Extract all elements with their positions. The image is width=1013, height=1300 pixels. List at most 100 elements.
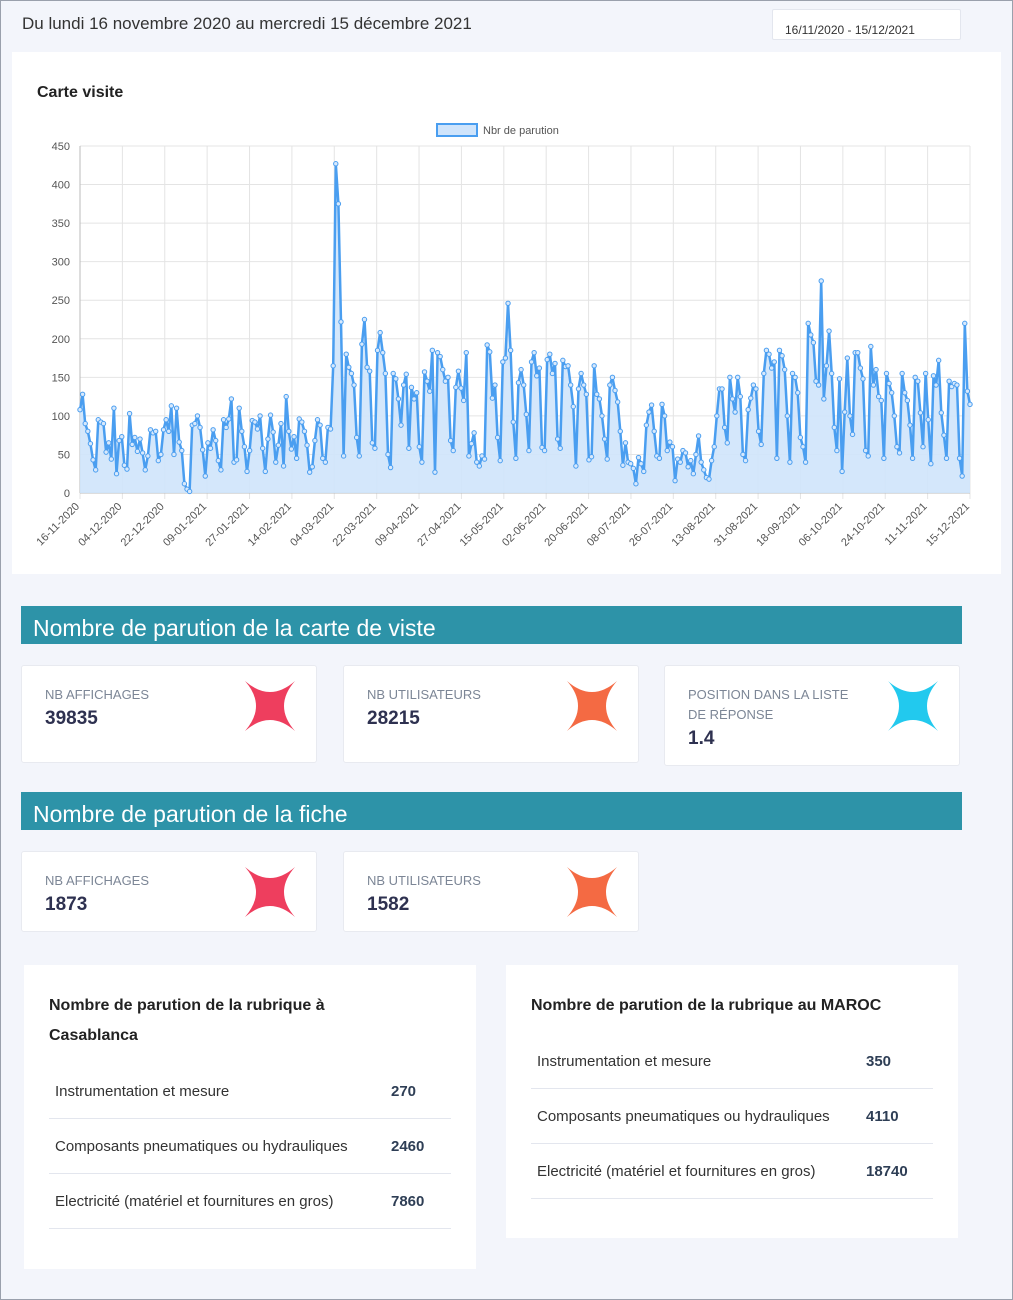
data-point (356, 453, 362, 459)
data-point (299, 419, 305, 425)
data-point (685, 464, 691, 470)
y-tick-label: 250 (52, 295, 70, 307)
rubrique-name: Instrumentation et mesure (55, 1083, 230, 1100)
x-tick-label: 15-05-2021 (458, 501, 506, 549)
data-point (935, 357, 942, 364)
data-point (77, 407, 83, 413)
data-point (831, 424, 837, 431)
x-tick-label: 13-08-2021 (670, 501, 718, 549)
data-point (416, 444, 422, 450)
data-point (142, 467, 148, 473)
data-point (291, 434, 297, 440)
y-tick-label: 100 (52, 411, 70, 423)
data-point (406, 445, 412, 451)
data-point (152, 428, 159, 435)
stat-card-fiche-affichages: NB AFFICHAGES 1873 (21, 851, 317, 932)
data-point (802, 459, 809, 465)
data-point (278, 420, 284, 427)
data-point (719, 386, 725, 392)
data-point (353, 434, 360, 441)
data-point (724, 440, 730, 446)
data-point (129, 441, 135, 448)
data-point (348, 370, 355, 377)
data-point (223, 424, 229, 431)
rubrique-name: Instrumentation et mesure (537, 1053, 712, 1070)
data-point (481, 456, 488, 462)
data-point (902, 390, 908, 396)
data-point (262, 468, 269, 475)
rubrique-name: Composants pneumatiques ou hydrauliques (537, 1108, 830, 1125)
data-point (252, 419, 258, 425)
data-point (664, 447, 670, 454)
diamond-icon (245, 867, 295, 917)
x-tick-label: 20-06-2021 (542, 501, 590, 549)
data-point (682, 450, 689, 456)
data-point (108, 456, 115, 462)
data-point (374, 347, 381, 354)
data-point (672, 477, 678, 484)
data-point (333, 161, 339, 167)
data-point (82, 420, 88, 427)
data-point (596, 396, 603, 402)
data-point (748, 395, 754, 401)
table-row: Electricité (matériel et fournitures en … (531, 1144, 933, 1199)
stat-label: POSITION DANS LA LISTE DE RÉPONSE (688, 687, 849, 722)
data-point (646, 409, 652, 415)
data-point (810, 339, 817, 346)
y-tick-label: 450 (52, 141, 70, 153)
data-point (171, 451, 177, 458)
section-banner-carte: Nombre de parution de la carte de viste (21, 606, 962, 644)
data-point (111, 405, 117, 411)
data-point (338, 319, 344, 325)
data-point (599, 413, 605, 419)
data-point (737, 393, 744, 400)
data-point (137, 436, 143, 442)
x-tick-label: 04-03-2021 (288, 501, 336, 549)
diamond-icon (245, 681, 295, 731)
data-point (369, 440, 376, 446)
data-point (915, 378, 921, 384)
x-tick-label: 09-04-2021 (373, 501, 421, 549)
date-range-picker[interactable]: 16/11/2020 - 15/12/2021 (772, 9, 961, 40)
data-point (677, 459, 683, 465)
data-point (382, 370, 389, 377)
data-point (424, 378, 430, 384)
data-point (842, 409, 848, 415)
stat-card-utilisateurs: NB UTILISATEURS 28215 (343, 665, 639, 763)
diamond-icon (567, 867, 617, 917)
data-point (359, 341, 365, 347)
data-point (453, 384, 459, 391)
data-point (335, 201, 342, 207)
data-point (194, 413, 201, 419)
data-point (787, 459, 793, 465)
data-point (714, 413, 720, 419)
data-point (776, 347, 783, 354)
data-point (758, 441, 764, 448)
y-tick-label: 0 (64, 488, 70, 500)
data-point (886, 380, 892, 387)
data-point (458, 385, 464, 391)
data-point (340, 453, 347, 459)
data-point (740, 451, 746, 458)
data-point (168, 403, 175, 409)
data-point (870, 382, 877, 388)
data-point (400, 382, 407, 388)
data-point (826, 328, 832, 334)
x-tick-label: 31-08-2021 (712, 501, 760, 549)
data-point (202, 473, 208, 479)
y-tick-label: 350 (52, 218, 70, 230)
data-point (583, 391, 590, 397)
data-point (735, 374, 741, 381)
data-point (85, 428, 91, 435)
data-point (967, 401, 973, 408)
data-point (173, 405, 180, 411)
data-point (103, 449, 109, 455)
stat-value: 1582 (367, 894, 410, 915)
x-tick-label: 08-07-2021 (585, 501, 633, 549)
data-point (312, 437, 318, 444)
data-point (395, 396, 402, 402)
data-point (270, 429, 276, 435)
data-point (460, 397, 467, 404)
data-point (160, 427, 167, 433)
data-point (570, 403, 576, 410)
